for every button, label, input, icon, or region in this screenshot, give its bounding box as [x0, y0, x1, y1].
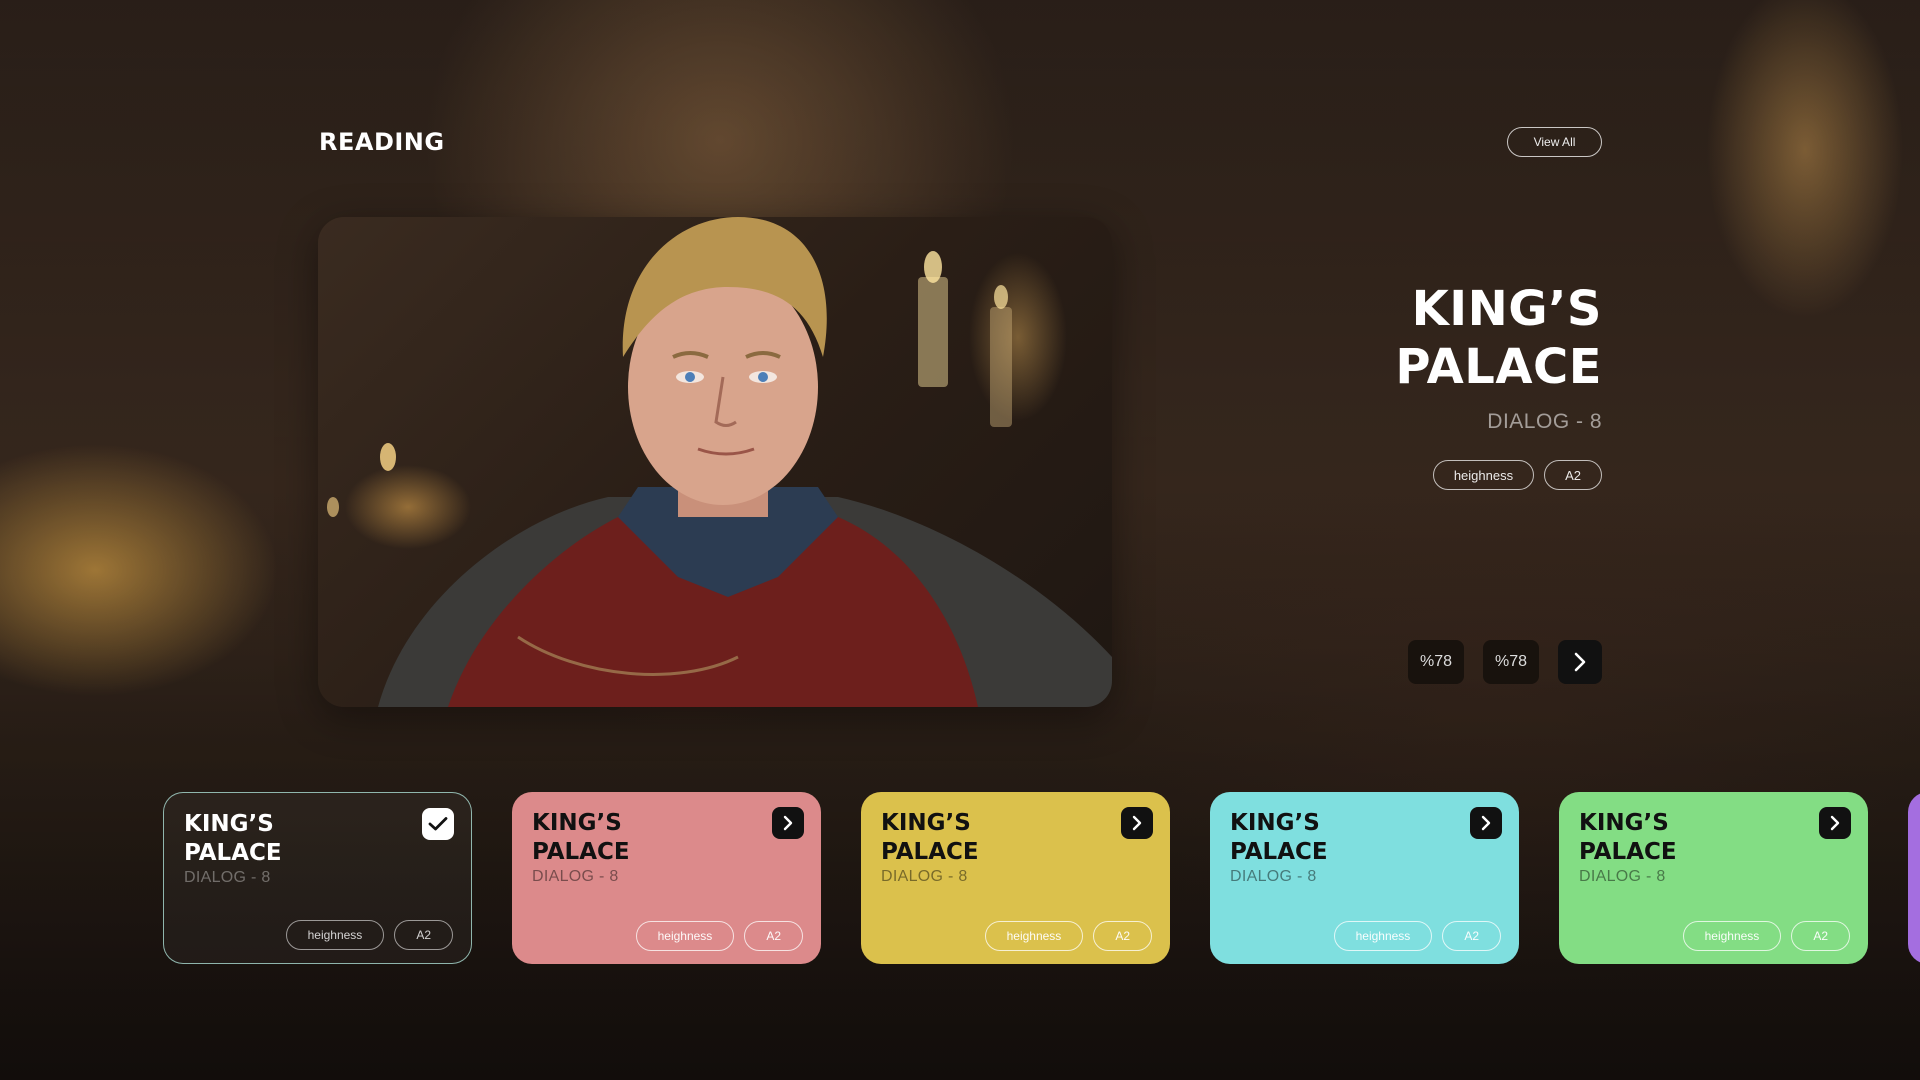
hero-info: KING’S PALACE DIALOG - 8 heighness A2	[1202, 280, 1602, 490]
card-tag-heighness[interactable]: heighness	[1333, 921, 1433, 951]
card-tags: heighness A2	[285, 920, 453, 950]
card-tag-level[interactable]: A2	[1442, 921, 1501, 951]
card-title: KING’S PALACE	[532, 809, 801, 867]
card-tag-level[interactable]: A2	[394, 920, 453, 950]
card-open-button[interactable]	[1470, 807, 1502, 839]
card-tag-heighness[interactable]: heighness	[285, 920, 385, 950]
card-title-line1: KING’S	[881, 810, 971, 836]
progress-stat-2: %78	[1483, 640, 1539, 684]
card-title-line2: PALACE	[532, 839, 630, 865]
dialog-card[interactable]: KING’S PALACE DIALOG - 8 heighness A2	[1559, 792, 1868, 964]
dialog-card-partial[interactable]	[1908, 792, 1920, 964]
hero-tags: heighness A2	[1202, 460, 1602, 490]
card-title-line2: PALACE	[184, 840, 282, 866]
card-open-button[interactable]	[1819, 807, 1851, 839]
card-subtitle: DIALOG - 8	[881, 868, 968, 885]
card-subtitle: DIALOG - 8	[184, 869, 271, 886]
hero-subtitle: DIALOG - 8	[1487, 410, 1602, 433]
card-tag-heighness[interactable]: heighness	[1682, 921, 1782, 951]
card-title-line2: PALACE	[1579, 839, 1677, 865]
next-button[interactable]	[1558, 640, 1602, 684]
card-tags: heighness A2	[635, 921, 803, 951]
dialog-cards-carousel: KING’S PALACE DIALOG - 8 heighness A2 KI…	[163, 792, 1920, 966]
hero-title-line1: KING’S	[1411, 281, 1602, 337]
hero-tag-heighness[interactable]: heighness	[1432, 460, 1535, 490]
hero-tag-level[interactable]: A2	[1544, 460, 1602, 490]
card-title-line1: KING’S	[532, 810, 622, 836]
hero-title-line2: PALACE	[1395, 339, 1602, 395]
card-subtitle: DIALOG - 8	[1579, 868, 1666, 885]
hero-title: KING’S PALACE	[1202, 280, 1602, 396]
card-subtitle: DIALOG - 8	[1230, 868, 1317, 885]
dialog-card[interactable]: KING’S PALACE DIALOG - 8 heighness A2	[512, 792, 821, 964]
chevron-right-icon	[1830, 815, 1840, 831]
card-tag-level[interactable]: A2	[1093, 921, 1152, 951]
dialog-card[interactable]: KING’S PALACE DIALOG - 8 heighness A2	[861, 792, 1170, 964]
dialog-card[interactable]: KING’S PALACE DIALOG - 8 heighness A2	[1210, 792, 1519, 964]
card-title: KING’S PALACE	[881, 809, 1150, 867]
card-title: KING’S PALACE	[1230, 809, 1499, 867]
card-tags: heighness A2	[984, 921, 1152, 951]
card-tags: heighness A2	[1333, 921, 1501, 951]
card-title-line2: PALACE	[881, 839, 979, 865]
card-tag-heighness[interactable]: heighness	[635, 921, 735, 951]
card-tags: heighness A2	[1682, 921, 1850, 951]
section-title: READING	[319, 128, 445, 156]
card-subtitle: DIALOG - 8	[532, 868, 619, 885]
card-title: KING’S PALACE	[1579, 809, 1848, 867]
hero-controls: %78 %78	[1408, 640, 1602, 684]
progress-stat-1: %78	[1408, 640, 1464, 684]
chevron-right-icon	[1574, 652, 1586, 672]
check-icon	[428, 817, 448, 831]
card-title-line1: KING’S	[1230, 810, 1320, 836]
card-title-line1: KING’S	[184, 811, 274, 837]
card-open-button[interactable]	[772, 807, 804, 839]
card-check-button[interactable]	[422, 808, 454, 840]
card-title: KING’S PALACE	[184, 810, 451, 868]
card-title-line2: PALACE	[1230, 839, 1328, 865]
chevron-right-icon	[1481, 815, 1491, 831]
view-all-button[interactable]: View All	[1507, 127, 1602, 157]
card-tag-level[interactable]: A2	[744, 921, 803, 951]
chevron-right-icon	[1132, 815, 1142, 831]
card-title-line1: KING’S	[1579, 810, 1669, 836]
card-tag-level[interactable]: A2	[1791, 921, 1850, 951]
card-open-button[interactable]	[1121, 807, 1153, 839]
chevron-right-icon	[783, 815, 793, 831]
card-tag-heighness[interactable]: heighness	[984, 921, 1084, 951]
hero-image	[318, 217, 1112, 707]
dialog-card[interactable]: KING’S PALACE DIALOG - 8 heighness A2	[163, 792, 472, 964]
